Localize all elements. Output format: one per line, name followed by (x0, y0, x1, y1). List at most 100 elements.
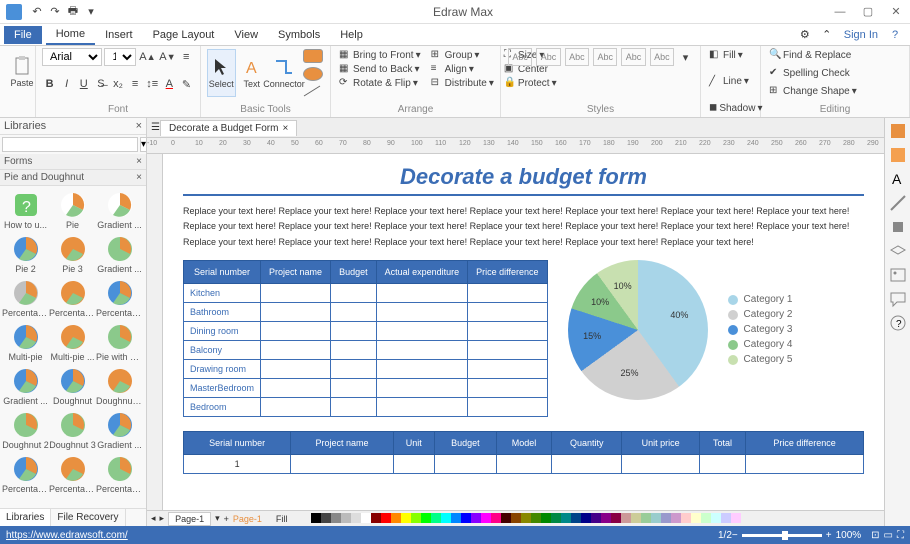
tab-insert[interactable]: Insert (95, 26, 143, 44)
color-swatch[interactable] (701, 513, 711, 523)
table-row[interactable]: Kitchen (184, 283, 548, 302)
color-swatch[interactable] (351, 513, 361, 523)
color-swatch[interactable] (491, 513, 501, 523)
color-swatch[interactable] (531, 513, 541, 523)
shape-item[interactable]: Pie with H... (96, 320, 143, 364)
table-row[interactable]: Bedroom (184, 397, 548, 416)
underline-button[interactable]: U (76, 75, 91, 93)
font-family-select[interactable]: Arial (42, 48, 102, 66)
line-panel-icon[interactable] (889, 194, 907, 212)
color-swatch[interactable] (361, 513, 371, 523)
maximize-button[interactable]: ▢ (854, 0, 882, 24)
color-swatch[interactable] (581, 513, 591, 523)
color-swatch[interactable] (501, 513, 511, 523)
undo-icon[interactable]: ↶ (28, 3, 46, 21)
group-button[interactable]: ⊞Group ▾ (429, 48, 496, 62)
minimize-button[interactable]: — (826, 0, 854, 24)
qat-more-icon[interactable]: ▾ (82, 3, 100, 21)
styles-more-icon[interactable]: ▾ (677, 48, 694, 66)
color-swatch[interactable] (651, 513, 661, 523)
tab-home[interactable]: Home (46, 25, 95, 45)
info-panel-icon[interactable]: ? (889, 314, 907, 332)
color-swatch[interactable] (431, 513, 441, 523)
shape-item[interactable]: Gradient ... (2, 364, 49, 408)
zoom-slider[interactable] (742, 534, 822, 537)
shape-item[interactable]: Percentag... (49, 276, 96, 320)
line-shape[interactable] (302, 84, 322, 98)
color-swatch[interactable] (571, 513, 581, 523)
shape-item[interactable]: Percentag... (2, 452, 49, 496)
bullets-icon[interactable]: ≡ (178, 48, 194, 66)
table-row[interactable]: Drawing room (184, 359, 548, 378)
document-tab[interactable]: Decorate a Budget Form × (160, 120, 297, 136)
style-preset-5[interactable]: Abc (621, 48, 645, 66)
tab-view[interactable]: View (224, 26, 268, 44)
align-left-icon[interactable]: ≡ (128, 75, 143, 93)
shape-item[interactable]: Percentag... (49, 452, 96, 496)
color-swatch[interactable] (481, 513, 491, 523)
shape-item[interactable]: Percentag... (96, 276, 143, 320)
color-palette[interactable] (311, 513, 741, 525)
shadow-button[interactable]: ◼Shadow ▾ (707, 101, 754, 115)
shape-item[interactable]: Pie (49, 188, 96, 232)
color-swatch[interactable] (711, 513, 721, 523)
status-url[interactable]: https://www.edrawsoft.com/ (6, 530, 128, 541)
color-swatch[interactable] (331, 513, 341, 523)
table-row[interactable]: MasterBedroom (184, 378, 548, 397)
color-swatch[interactable] (661, 513, 671, 523)
color-swatch[interactable] (541, 513, 551, 523)
color-swatch[interactable] (371, 513, 381, 523)
color-swatch[interactable] (391, 513, 401, 523)
shape-item[interactable]: Multi-pie (2, 320, 49, 364)
increase-font-icon[interactable]: A▲ (138, 48, 156, 66)
shape-item[interactable]: Percentag... (96, 452, 143, 496)
library-search-input[interactable] (2, 137, 138, 152)
rect-shape[interactable] (303, 49, 323, 63)
page-menu-icon[interactable]: ▾ (215, 513, 220, 524)
fill-panel-icon[interactable] (889, 146, 907, 164)
color-swatch[interactable] (691, 513, 701, 523)
shape-item[interactable]: Pie 3 (49, 232, 96, 276)
style-preset-2[interactable]: Abc (536, 48, 560, 66)
color-swatch[interactable] (341, 513, 351, 523)
style-preset-6[interactable]: Abc (650, 48, 674, 66)
comment-panel-icon[interactable] (889, 290, 907, 308)
table-row[interactable]: Dining room (184, 321, 548, 340)
shape-item[interactable]: Pie 2 (2, 232, 49, 276)
page-tab-1-orange[interactable]: Page-1 (233, 514, 262, 524)
pie-chart[interactable]: 40%25%15%10%10% Category 1Category 2Cate… (568, 260, 793, 400)
color-swatch[interactable] (401, 513, 411, 523)
distribute-button[interactable]: ⊟Distribute ▾ (429, 76, 496, 90)
color-swatch[interactable] (681, 513, 691, 523)
connector-tool[interactable]: Connector (268, 49, 300, 97)
add-page-icon[interactable]: + (224, 514, 229, 524)
color-swatch[interactable] (621, 513, 631, 523)
color-swatch[interactable] (631, 513, 641, 523)
color-swatch[interactable] (471, 513, 481, 523)
category-forms[interactable]: Forms× (0, 154, 146, 170)
fill-button[interactable]: ◧Fill ▾ (707, 48, 754, 62)
subscript-button[interactable]: x₂ (110, 75, 125, 93)
sidebar-tab-recovery[interactable]: File Recovery (51, 509, 125, 526)
libraries-close-icon[interactable]: × (136, 120, 142, 132)
page-canvas[interactable]: Decorate a budget form Replace your text… (163, 154, 884, 510)
bold-button[interactable]: B (42, 75, 57, 93)
font-color-icon[interactable]: A (162, 75, 177, 93)
sidebar-tab-libraries[interactable]: Libraries (0, 509, 51, 526)
fit-width-icon[interactable]: ▭ (884, 530, 893, 541)
strike-button[interactable]: S̶ (93, 75, 108, 93)
color-swatch[interactable] (731, 513, 741, 523)
rotate-flip-button[interactable]: ⟳Rotate & Flip ▾ (337, 76, 423, 90)
collapse-ribbon-icon[interactable]: ⌃ (818, 28, 836, 41)
style-preset-1[interactable]: Abc (508, 48, 532, 66)
select-tool[interactable]: Select (207, 49, 236, 97)
redo-icon[interactable]: ↷ (46, 3, 64, 21)
color-swatch[interactable] (381, 513, 391, 523)
highlight-icon[interactable]: ✎ (179, 75, 194, 93)
print-icon[interactable]: 🖶 (64, 3, 82, 21)
shape-item[interactable]: Doughnut 3 (49, 408, 96, 452)
category-pie[interactable]: Pie and Doughnut× (0, 170, 146, 186)
zoom-in-icon[interactable]: + (826, 530, 832, 541)
color-swatch[interactable] (671, 513, 681, 523)
layer-panel-icon[interactable] (889, 242, 907, 260)
